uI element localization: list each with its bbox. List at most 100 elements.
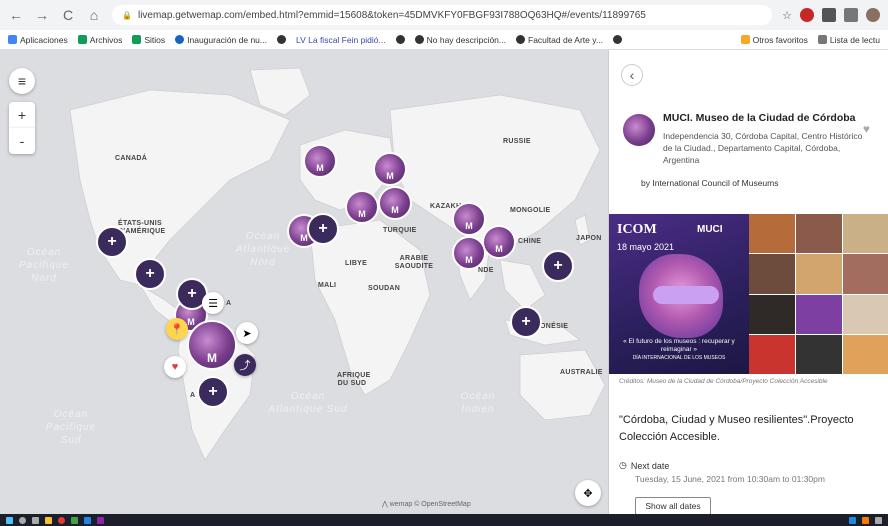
map-menu-button[interactable]: ≡ [9, 68, 35, 94]
event-title: "Córdoba, Ciudad y Museo resilientes".Pr… [619, 414, 854, 443]
country-label: SOUDAN [368, 285, 401, 292]
country-label: RUSSIE [503, 138, 531, 145]
heart-icon[interactable]: ♥ [164, 356, 186, 378]
back-button[interactable]: ‹ [621, 64, 643, 86]
bookmark-item[interactable]: Archivos [77, 35, 122, 45]
event-detail-panel: ‹ MUCI. Museo de la Ciudad de Córdoba ♥ … [608, 50, 888, 514]
bookmark-item[interactable]: Aplicaciones [8, 35, 68, 45]
cluster-marker[interactable]: + [197, 376, 229, 408]
bookmark-item[interactable]: LV La fiscal Fein pidió... [296, 35, 386, 45]
bookmark-item[interactable]: Sitios [132, 35, 165, 45]
bookmark-star-icon[interactable]: ☆ [782, 9, 792, 22]
museum-marker[interactable]: M [303, 144, 337, 178]
bookmark-item[interactable]: No hay descripción... [414, 35, 506, 45]
museum-marker[interactable]: M [482, 225, 516, 259]
recenter-icon[interactable]: ✥ [575, 480, 601, 506]
country-label: AUSTRALIE [560, 369, 603, 376]
bookmark-item[interactable] [277, 35, 286, 44]
country-label: CANADÁ [115, 155, 148, 162]
show-all-dates-button[interactable]: Show all dates [635, 497, 711, 514]
venue-author[interactable]: by International Council of Museums [641, 178, 779, 188]
country-label: AFRIQUE DU SUD [337, 372, 371, 387]
web-icon [516, 35, 525, 44]
bookmark-item[interactable]: Inauguración de nu... [175, 35, 267, 45]
tray-icon[interactable] [849, 516, 856, 524]
country-label: JAPON [576, 235, 602, 242]
windows-start-icon[interactable] [6, 516, 13, 524]
ocean-label: Océan Pacifique Sud [45, 409, 97, 446]
profile-avatar[interactable] [866, 8, 880, 22]
country-label: MALI [318, 282, 337, 289]
zoom-in-button[interactable]: + [9, 102, 35, 128]
reading-list[interactable]: Lista de lectu [817, 35, 880, 45]
address-bar[interactable]: 🔒 livemap.getwemap.com/embed.html?emmid=… [112, 5, 773, 25]
country-label: NDE [478, 267, 494, 274]
list-icon[interactable]: ☰ [202, 292, 224, 314]
reload-icon[interactable]: C [60, 7, 76, 23]
system-tray [849, 516, 882, 524]
bookmark-item[interactable] [612, 35, 622, 44]
tray-icon[interactable] [862, 516, 869, 524]
tray-icon[interactable] [875, 516, 882, 524]
ocean-label: Océan Atlantique Sud [268, 391, 348, 415]
ocean-label: Océan Pacifique Nord [18, 247, 70, 284]
pin-icon[interactable]: 📍 [166, 318, 188, 340]
zoom-out-button[interactable]: - [9, 128, 35, 154]
minus-icon: - [19, 133, 25, 149]
country-label: ARABIE SAOUDITE [394, 255, 434, 270]
image-credit: Créditos: Museo de la Ciudad de Córdoba/… [619, 378, 828, 385]
lock-icon: 🔒 [122, 10, 132, 20]
reading-list-icon [817, 35, 827, 44]
ocean-label: Océan Indien [460, 391, 496, 415]
web-icon [395, 35, 405, 44]
country-label: TURQUIE [383, 227, 417, 234]
app-icon[interactable] [71, 516, 78, 524]
museum-marker[interactable]: M [373, 152, 407, 186]
museum-marker[interactable]: M [452, 202, 486, 236]
clock-icon: ◷ [619, 460, 627, 470]
chrome-icon[interactable] [58, 516, 65, 524]
drive-icon [132, 35, 142, 44]
back-arrow-icon[interactable]: ← [8, 7, 24, 23]
museum-marker[interactable]: M [345, 190, 379, 224]
world-map[interactable]: CANADÁ ÉTATS-UNIS D'AMÉRIQUE RUSSIE KAZA… [0, 50, 608, 514]
bookmark-item[interactable] [395, 35, 405, 44]
museum-marker-selected[interactable]: M [187, 320, 237, 370]
plus-icon: + [17, 107, 27, 123]
home-icon[interactable]: ⌂ [86, 7, 102, 23]
task-view-icon[interactable] [32, 516, 39, 524]
bookmarks-bar: Aplicaciones Archivos Sitios Inauguració… [0, 30, 888, 50]
cluster-marker[interactable]: + [542, 250, 574, 282]
forward-arrow-icon[interactable]: → [34, 7, 50, 23]
country-label: ÉTATS-UNIS D'AMÉRIQUE [118, 220, 166, 235]
navigate-icon[interactable]: ➤ [236, 322, 258, 344]
extension-gray-icon[interactable] [822, 8, 836, 22]
venue-avatar [623, 114, 655, 146]
country-label: CHINE [518, 238, 542, 245]
search-icon[interactable] [19, 516, 26, 524]
drive-icon [77, 35, 87, 44]
venue-address: Independencia 30, Córdoba Capital, Centr… [663, 131, 863, 165]
extension-red-icon[interactable] [800, 8, 814, 22]
country-label: MONGOLIE [510, 207, 551, 214]
cluster-marker[interactable]: + [96, 226, 128, 258]
explorer-icon[interactable] [45, 516, 52, 524]
cluster-marker[interactable]: + [134, 258, 166, 290]
cluster-marker[interactable]: + [510, 306, 542, 338]
puzzle-icon[interactable] [844, 8, 858, 22]
event-poster-image: ICOM MUCI 18 mayo 2021 « El futuro de lo… [609, 214, 749, 374]
bookmark-folder[interactable]: Otros favoritos [740, 35, 808, 45]
venue-name[interactable]: MUCI. Museo de la Ciudad de Córdoba [663, 112, 863, 124]
museum-marker[interactable]: M [452, 236, 486, 270]
country-label: ONÉSIE [540, 323, 569, 330]
museum-marker[interactable]: M [378, 186, 412, 220]
app-icon[interactable] [84, 516, 91, 524]
chevron-left-icon: ‹ [629, 67, 635, 83]
cluster-marker[interactable]: + [307, 213, 339, 245]
share-icon[interactable]: ⤴ [234, 354, 256, 376]
extensions: ☆ [782, 8, 880, 22]
bookmark-item[interactable]: Facultad de Arte y... [516, 35, 603, 45]
app-icon[interactable] [97, 516, 104, 524]
country-label: A [190, 392, 196, 399]
web-icon [612, 35, 622, 44]
